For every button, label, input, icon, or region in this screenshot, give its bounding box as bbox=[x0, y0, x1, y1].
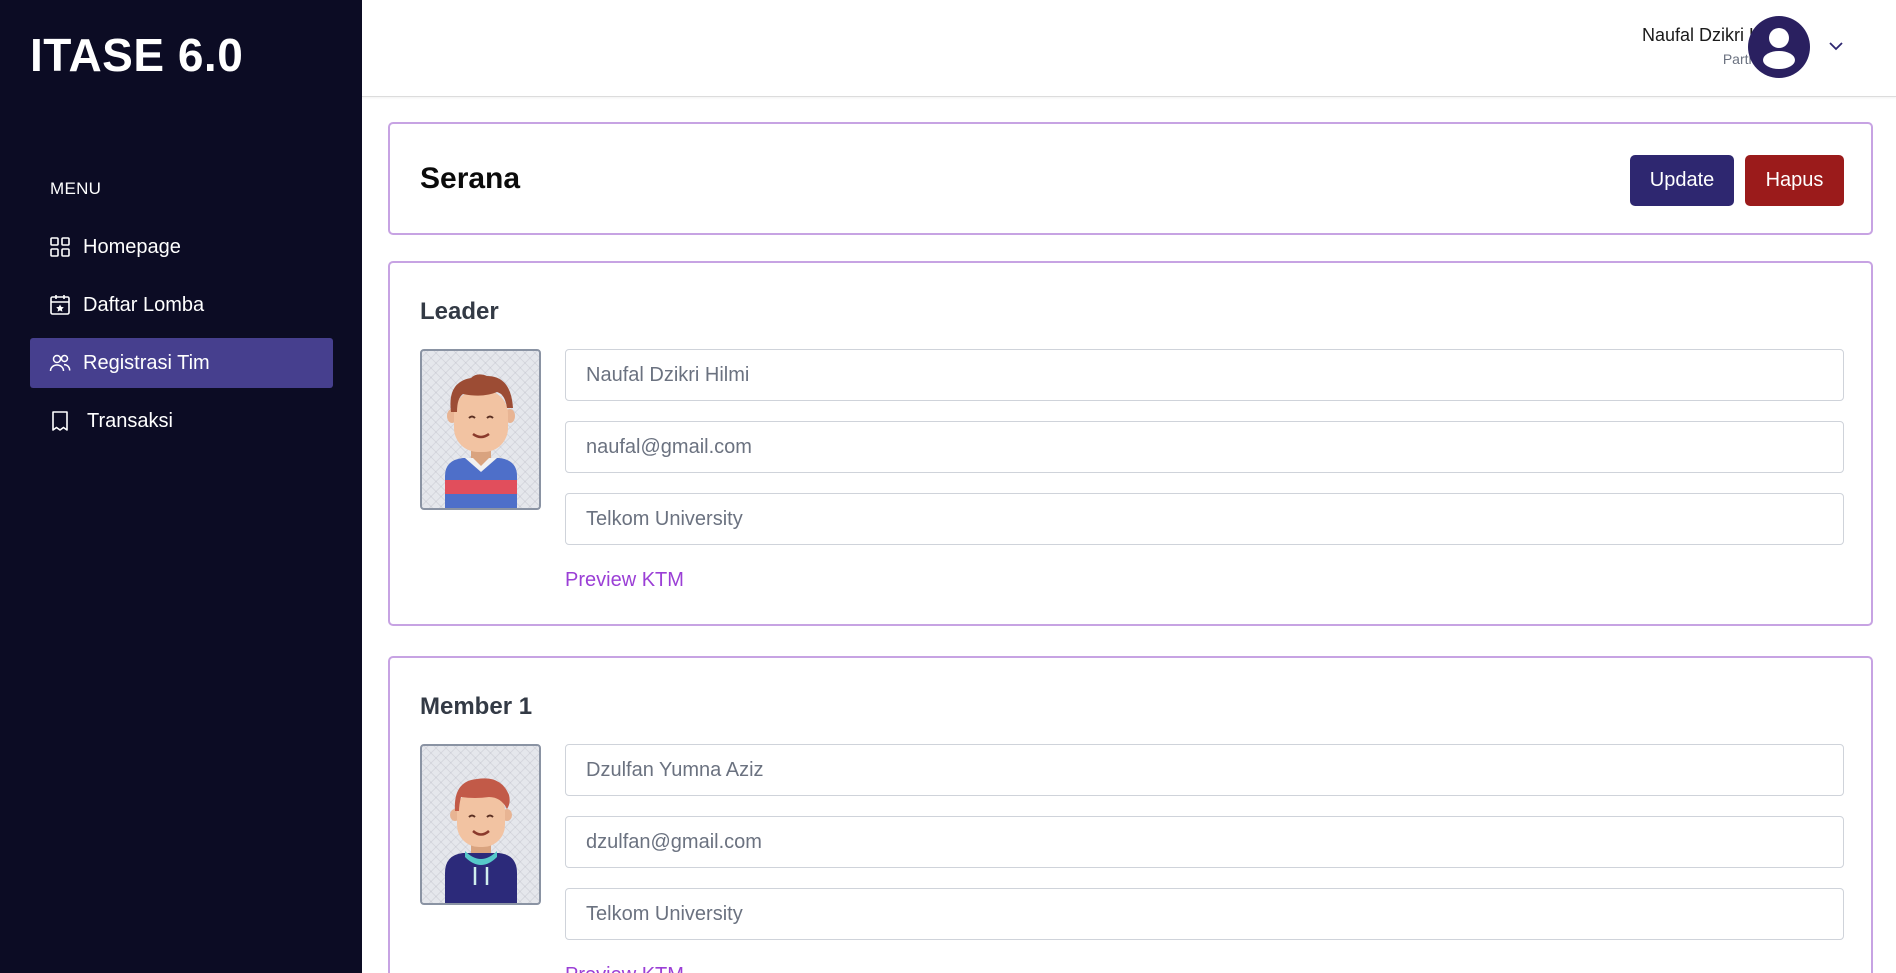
section-title: Member 1 bbox=[420, 693, 533, 720]
leader-name-field[interactable]: Naufal Dzikri Hilmi bbox=[565, 349, 1844, 401]
leader-email-field[interactable]: naufal@gmail.com bbox=[565, 421, 1844, 473]
top-bar: Naufal Dzikri Hilmi Participant bbox=[362, 0, 1896, 97]
team-header-card: Serana Update Hapus bbox=[388, 122, 1873, 235]
calendar-star-icon bbox=[48, 293, 72, 317]
section-title: Leader bbox=[420, 298, 499, 325]
preview-ktm-link[interactable]: Preview KTM bbox=[565, 964, 684, 973]
grid-icon bbox=[48, 235, 72, 259]
sidebar-item-label: Transaksi bbox=[87, 409, 173, 432]
sidebar-item-daftar-lomba[interactable]: Daftar Lomba bbox=[30, 280, 333, 330]
users-icon bbox=[48, 351, 72, 375]
update-button[interactable]: Update bbox=[1630, 155, 1734, 206]
receipt-icon bbox=[48, 409, 72, 433]
boy-hoodie-avatar-icon bbox=[444, 778, 517, 903]
member1-avatar-photo bbox=[420, 744, 541, 905]
member1-card: Member 1 Dzulfan Yumna Aziz dzulfan@gmai… bbox=[388, 656, 1873, 973]
team-name: Serana bbox=[420, 162, 521, 195]
member1-university-field[interactable]: Telkom University bbox=[565, 888, 1844, 940]
sidebar-item-label: Homepage bbox=[83, 235, 181, 258]
sidebar-item-homepage[interactable]: Homepage bbox=[30, 222, 333, 272]
delete-button[interactable]: Hapus bbox=[1745, 155, 1844, 206]
sidebar: ITASE 6.0 MENU Homepage Daftar Lomba Reg… bbox=[0, 0, 362, 973]
sidebar-item-registrasi-tim[interactable]: Registrasi Tim bbox=[30, 338, 333, 388]
sidebar-item-label: Daftar Lomba bbox=[83, 293, 205, 316]
boy-avatar-icon bbox=[444, 374, 517, 508]
member1-name-field[interactable]: Dzulfan Yumna Aziz bbox=[565, 744, 1844, 796]
leader-card: Leader Naufal Dzikri Hilmi naufal@gmail.… bbox=[388, 261, 1873, 626]
chevron-down-icon[interactable] bbox=[1826, 36, 1846, 56]
leader-avatar-photo bbox=[420, 349, 541, 510]
sidebar-item-label: Registrasi Tim bbox=[83, 351, 210, 374]
sidebar-item-transaksi[interactable]: Transaksi bbox=[30, 396, 333, 446]
menu-heading: MENU bbox=[50, 179, 102, 198]
leader-university-field[interactable]: Telkom University bbox=[565, 493, 1844, 545]
member1-email-field[interactable]: dzulfan@gmail.com bbox=[565, 816, 1844, 868]
sidebar-nav: Homepage Daftar Lomba Registrasi Tim Tra… bbox=[30, 222, 333, 454]
user-avatar-icon[interactable] bbox=[1748, 16, 1810, 78]
preview-ktm-link[interactable]: Preview KTM bbox=[565, 569, 684, 592]
brand-logo-text: ITASE 6.0 bbox=[30, 29, 244, 81]
